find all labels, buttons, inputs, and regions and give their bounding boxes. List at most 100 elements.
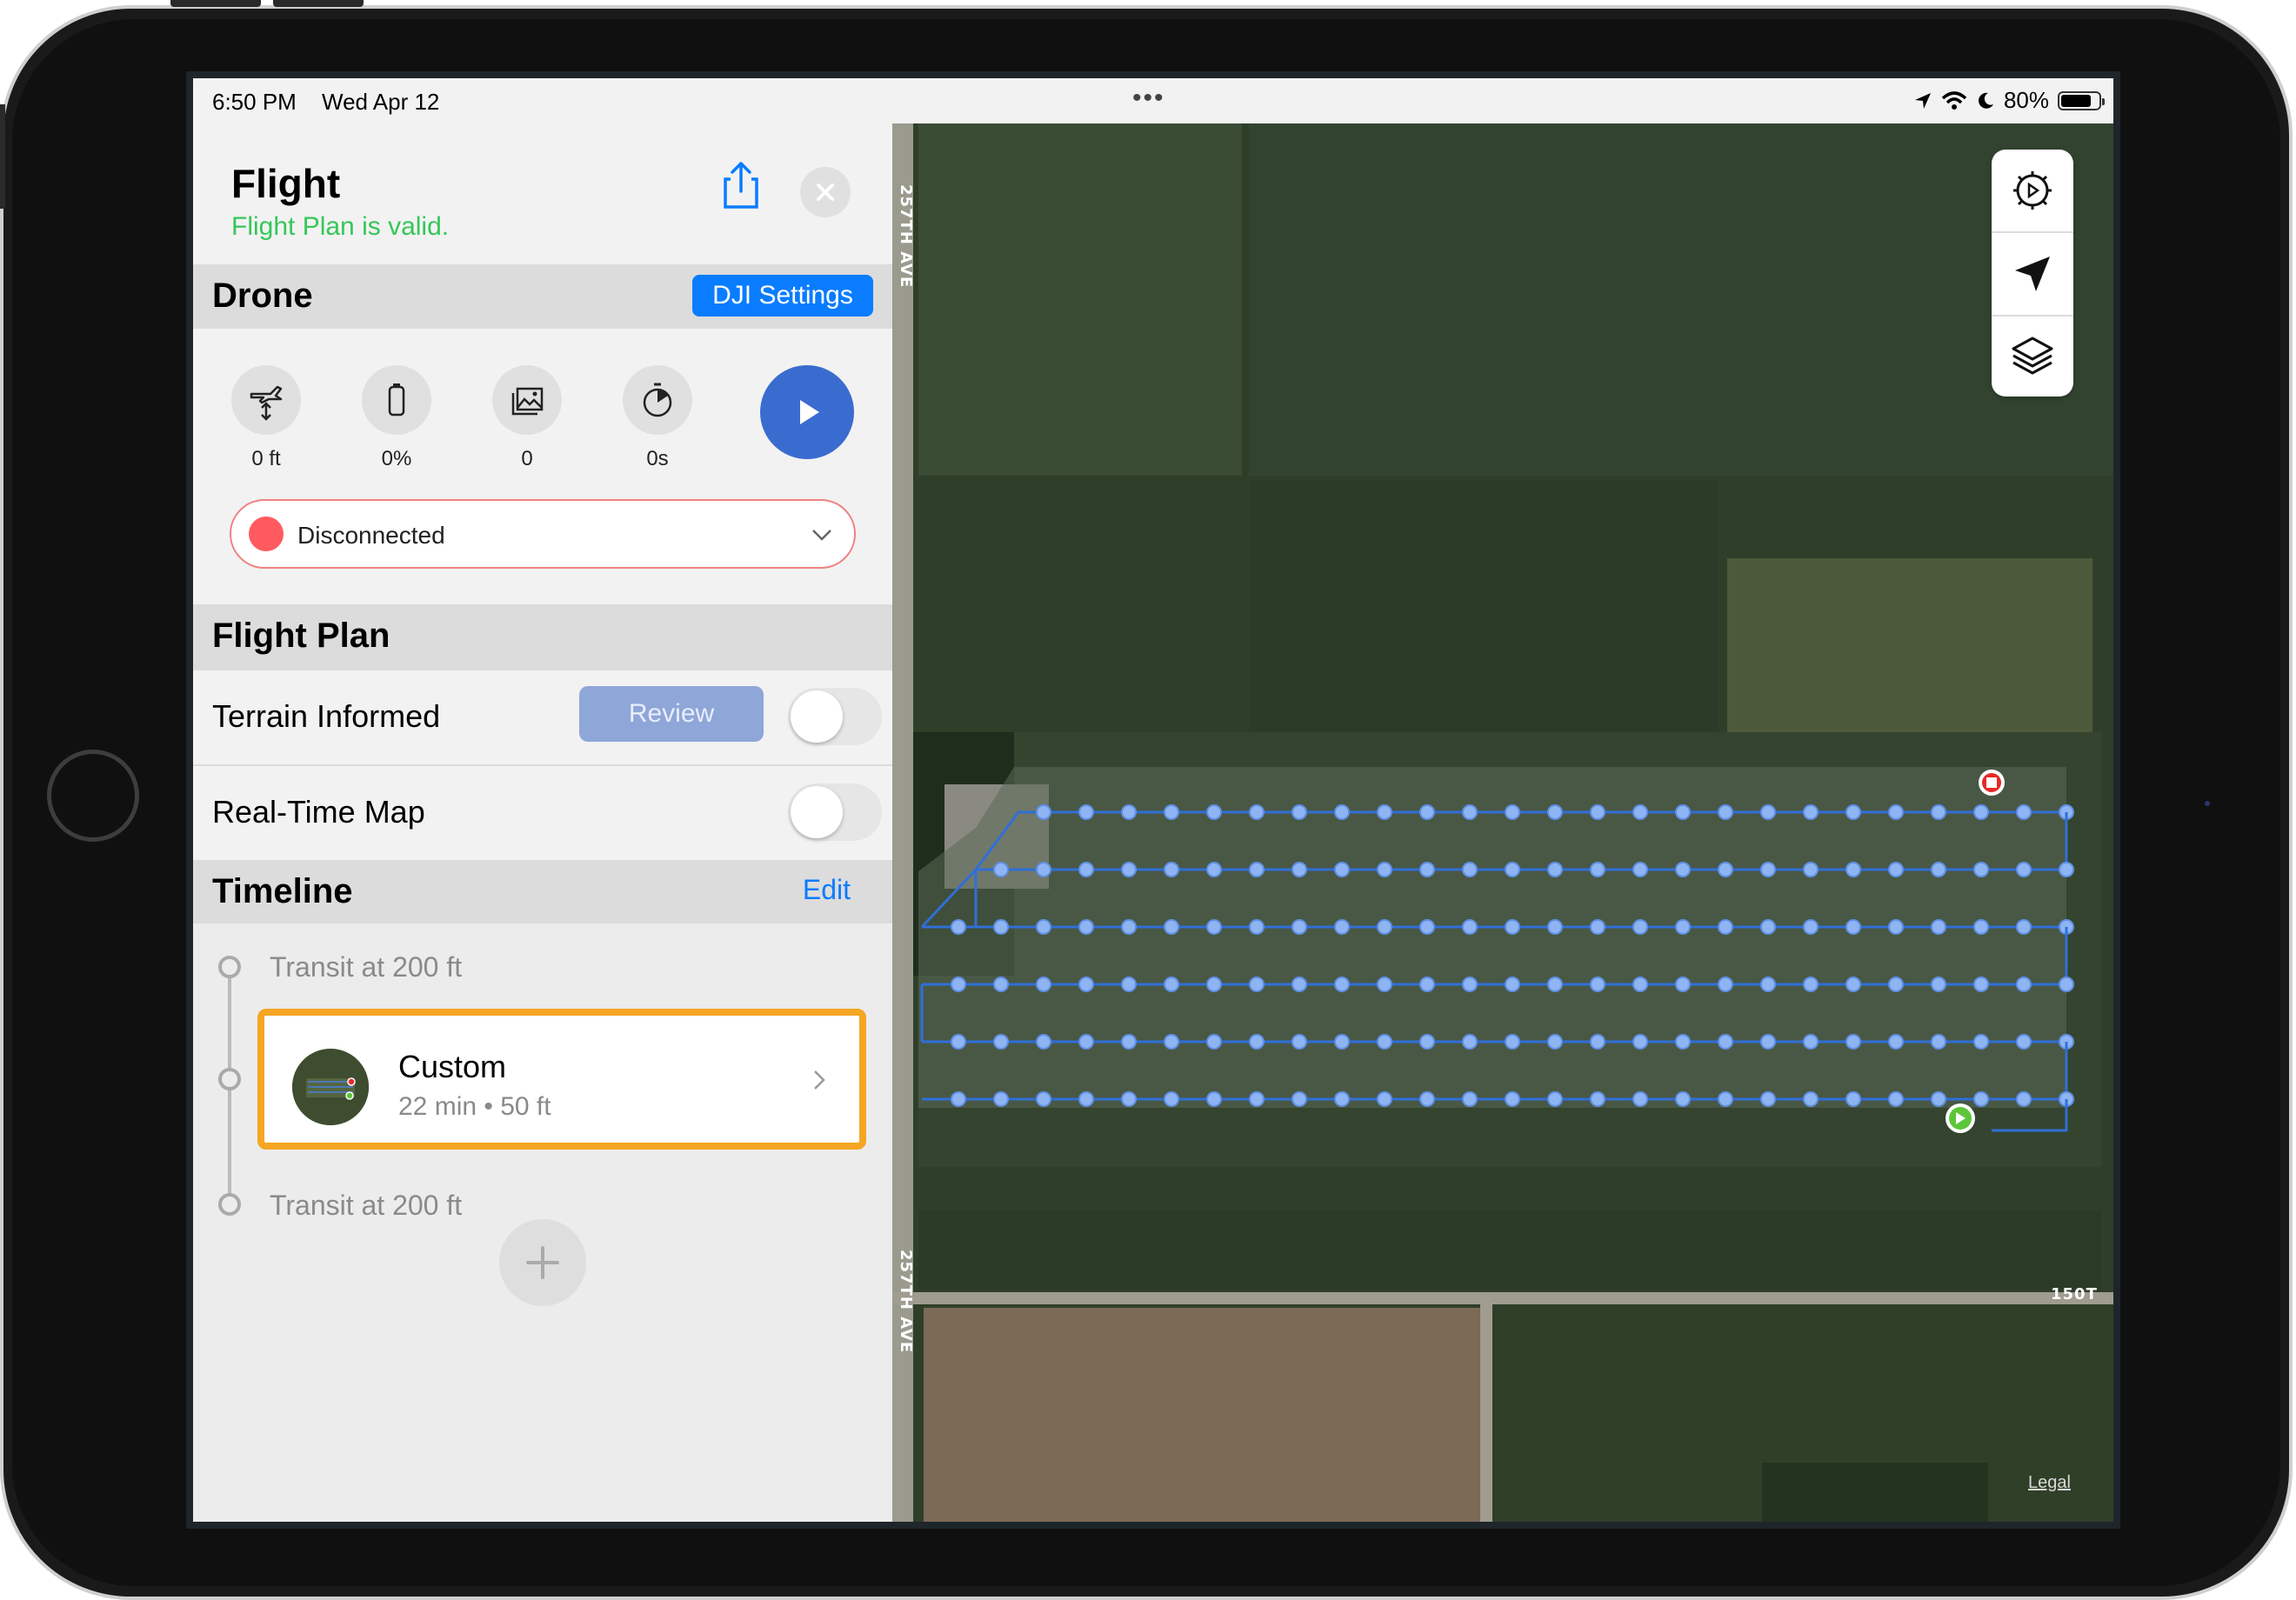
realtime-toggle[interactable]	[788, 783, 882, 841]
waypoint[interactable]	[1505, 977, 1520, 992]
waypoint[interactable]	[1590, 919, 1605, 935]
waypoint[interactable]	[1036, 862, 1051, 877]
waypoint[interactable]	[1078, 919, 1094, 935]
waypoint[interactable]	[1249, 862, 1265, 877]
waypoint[interactable]	[1334, 919, 1350, 935]
mission-card[interactable]: Custom 22 min • 50 ft	[257, 1009, 866, 1150]
waypoint[interactable]	[951, 1091, 966, 1107]
waypoint[interactable]	[1121, 919, 1137, 935]
waypoint[interactable]	[1632, 804, 1648, 820]
waypoint[interactable]	[1206, 977, 1222, 992]
waypoint[interactable]	[1206, 919, 1222, 935]
waypoint[interactable]	[1377, 1034, 1392, 1050]
waypoint[interactable]	[1973, 1034, 1989, 1050]
waypoint[interactable]	[1377, 919, 1392, 935]
waypoint[interactable]	[1036, 919, 1051, 935]
waypoint[interactable]	[1803, 804, 1819, 820]
add-item-button[interactable]	[499, 1219, 586, 1306]
waypoint[interactable]	[993, 919, 1009, 935]
waypoint[interactable]	[1845, 862, 1861, 877]
waypoint[interactable]	[1760, 804, 1776, 820]
waypoint[interactable]	[1206, 804, 1222, 820]
waypoint[interactable]	[1547, 919, 1563, 935]
waypoint[interactable]	[1675, 804, 1691, 820]
waypoint[interactable]	[1121, 804, 1137, 820]
waypoint[interactable]	[1973, 804, 1989, 820]
waypoint[interactable]	[1121, 1091, 1137, 1107]
waypoint[interactable]	[993, 1034, 1009, 1050]
waypoint[interactable]	[1760, 977, 1776, 992]
waypoint[interactable]	[1121, 862, 1137, 877]
waypoint[interactable]	[1078, 862, 1094, 877]
waypoint[interactable]	[1334, 977, 1350, 992]
terrain-toggle[interactable]	[788, 688, 882, 745]
close-button[interactable]	[800, 167, 851, 217]
waypoint[interactable]	[1206, 862, 1222, 877]
waypoint[interactable]	[1249, 804, 1265, 820]
waypoint[interactable]	[2059, 977, 2074, 992]
waypoint[interactable]	[1249, 919, 1265, 935]
waypoint[interactable]	[1419, 977, 1435, 992]
waypoint[interactable]	[993, 1091, 1009, 1107]
waypoint[interactable]	[1292, 1034, 1307, 1050]
waypoint[interactable]	[1292, 862, 1307, 877]
waypoint[interactable]	[1675, 1091, 1691, 1107]
waypoint[interactable]	[1803, 1034, 1819, 1050]
waypoint[interactable]	[1675, 919, 1691, 935]
waypoint[interactable]	[1164, 1091, 1179, 1107]
waypoint[interactable]	[1760, 862, 1776, 877]
waypoint[interactable]	[1803, 977, 1819, 992]
waypoint[interactable]	[1036, 1091, 1051, 1107]
waypoint[interactable]	[1803, 919, 1819, 935]
waypoint[interactable]	[1164, 919, 1179, 935]
legal-link[interactable]: Legal	[2028, 1473, 2071, 1493]
waypoint[interactable]	[1292, 977, 1307, 992]
waypoint[interactable]	[1078, 1091, 1094, 1107]
waypoint[interactable]	[1462, 919, 1478, 935]
waypoint[interactable]	[1249, 977, 1265, 992]
waypoint[interactable]	[1845, 977, 1861, 992]
waypoint[interactable]	[1845, 1091, 1861, 1107]
waypoint[interactable]	[1334, 804, 1350, 820]
waypoint[interactable]	[1718, 862, 1733, 877]
waypoint[interactable]	[2016, 919, 2032, 935]
waypoint[interactable]	[1334, 1091, 1350, 1107]
waypoint[interactable]	[1590, 1091, 1605, 1107]
waypoint[interactable]	[1164, 977, 1179, 992]
waypoint[interactable]	[1036, 1034, 1051, 1050]
waypoint[interactable]	[1931, 862, 1946, 877]
waypoint[interactable]	[1547, 977, 1563, 992]
waypoint[interactable]	[1334, 1034, 1350, 1050]
waypoint[interactable]	[2016, 977, 2032, 992]
waypoint[interactable]	[1036, 977, 1051, 992]
waypoint[interactable]	[1419, 862, 1435, 877]
waypoint[interactable]	[1973, 977, 1989, 992]
waypoint[interactable]	[1078, 1034, 1094, 1050]
waypoint[interactable]	[1888, 1091, 1904, 1107]
waypoint[interactable]	[1249, 1091, 1265, 1107]
waypoint[interactable]	[1931, 977, 1946, 992]
satellite-map[interactable]: 257TH AVE 257TH AVE 150T Legal	[892, 123, 2113, 1522]
waypoint[interactable]	[993, 862, 1009, 877]
waypoint[interactable]	[1377, 862, 1392, 877]
multitask-dots[interactable]: •••	[1132, 83, 1165, 113]
waypoint[interactable]	[1888, 919, 1904, 935]
waypoint[interactable]	[1036, 804, 1051, 820]
waypoint[interactable]	[1718, 804, 1733, 820]
waypoint[interactable]	[1377, 804, 1392, 820]
waypoint[interactable]	[1505, 862, 1520, 877]
waypoint[interactable]	[1845, 919, 1861, 935]
waypoint[interactable]	[1419, 1034, 1435, 1050]
waypoint[interactable]	[1462, 804, 1478, 820]
home-button[interactable]	[47, 750, 139, 842]
waypoint[interactable]	[1164, 862, 1179, 877]
waypoint[interactable]	[1462, 977, 1478, 992]
waypoint[interactable]	[1760, 1034, 1776, 1050]
waypoint[interactable]	[1547, 862, 1563, 877]
timeline-edit-link[interactable]: Edit	[803, 874, 851, 906]
waypoint[interactable]	[1206, 1091, 1222, 1107]
waypoint[interactable]	[1505, 1034, 1520, 1050]
locate-button[interactable]	[1992, 233, 2073, 315]
waypoint[interactable]	[1078, 977, 1094, 992]
transit-before[interactable]: Transit at 200 ft	[270, 951, 462, 983]
